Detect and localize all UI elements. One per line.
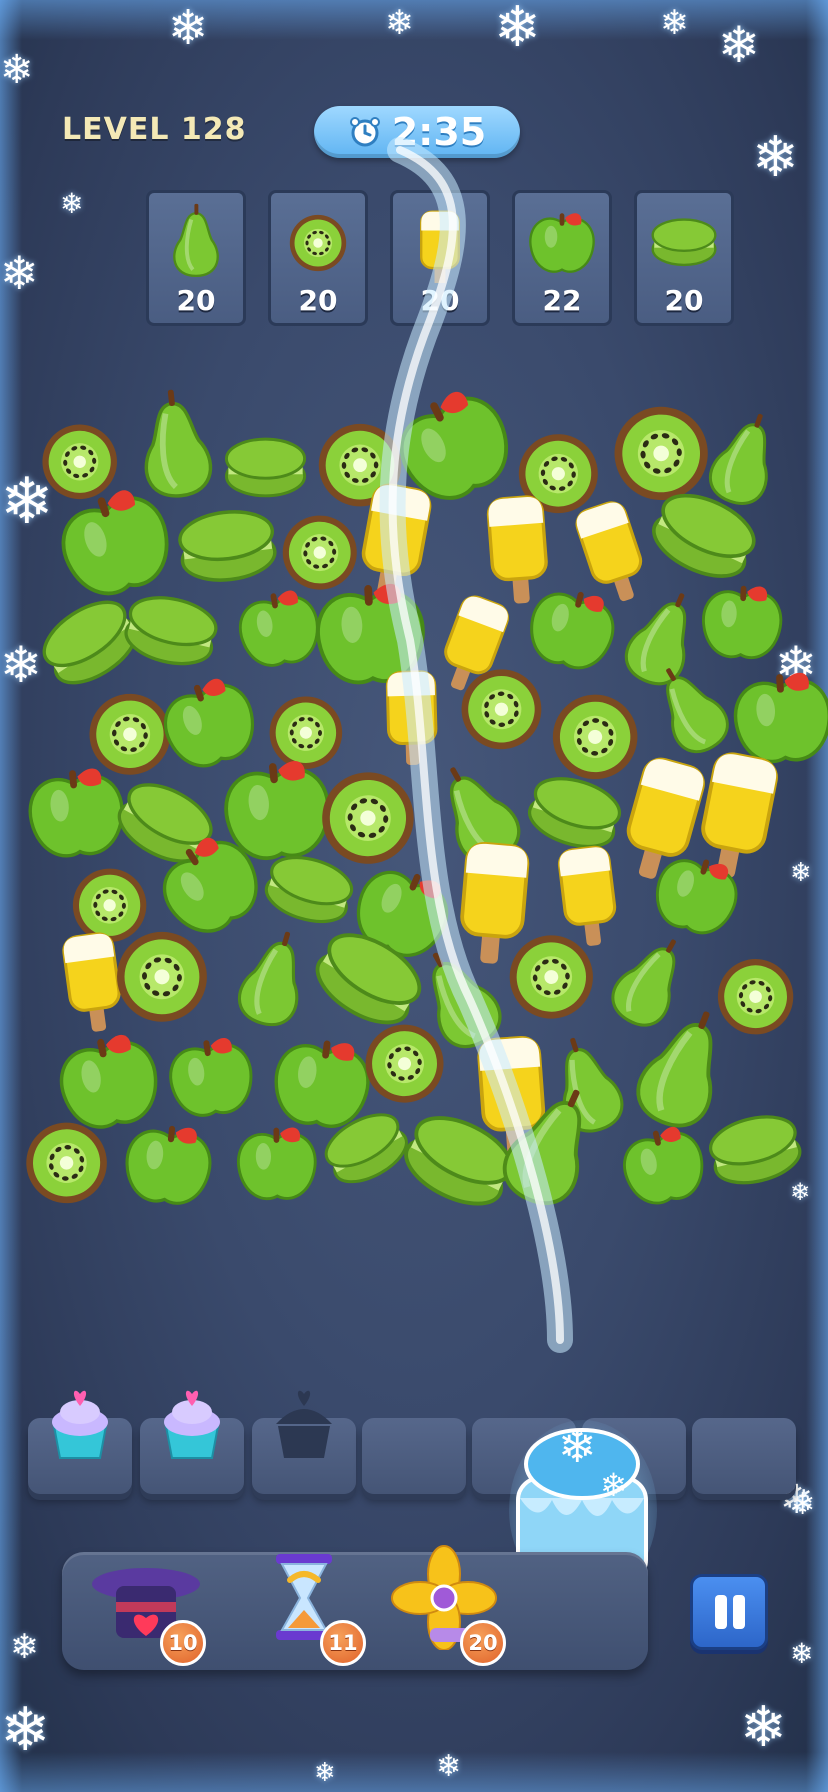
cupcake-icon	[164, 1390, 220, 1459]
booster-hourglass-undo[interactable]: 11	[246, 1540, 386, 1670]
booster-magic-hat[interactable]: 10	[86, 1540, 226, 1670]
tray-slot	[28, 1390, 132, 1494]
cupcake-icon	[52, 1390, 108, 1459]
tray-slot	[692, 1418, 796, 1494]
svg-text:❄: ❄	[558, 1419, 597, 1473]
cupcake-silhouette-icon	[276, 1390, 332, 1458]
svg-text:❄: ❄	[600, 1466, 627, 1504]
booster-count-badge: 11	[320, 1620, 366, 1666]
tray-slot	[140, 1390, 244, 1494]
booster-count-badge: 20	[460, 1620, 506, 1666]
booster-count-badge: 10	[160, 1620, 206, 1666]
tray-slot	[252, 1390, 356, 1494]
pause-button[interactable]	[690, 1574, 768, 1650]
game-board: ❄❄❄❄❄❄❄❄❄❄❄❄❄❄❄❄❄❄❄❄❄❄❄ LEVEL 128 2:35 2…	[0, 0, 828, 1792]
freeze-swoosh-effect	[379, 137, 573, 1353]
tray-slot	[362, 1418, 466, 1494]
booster-fan[interactable]: 20	[386, 1540, 526, 1670]
